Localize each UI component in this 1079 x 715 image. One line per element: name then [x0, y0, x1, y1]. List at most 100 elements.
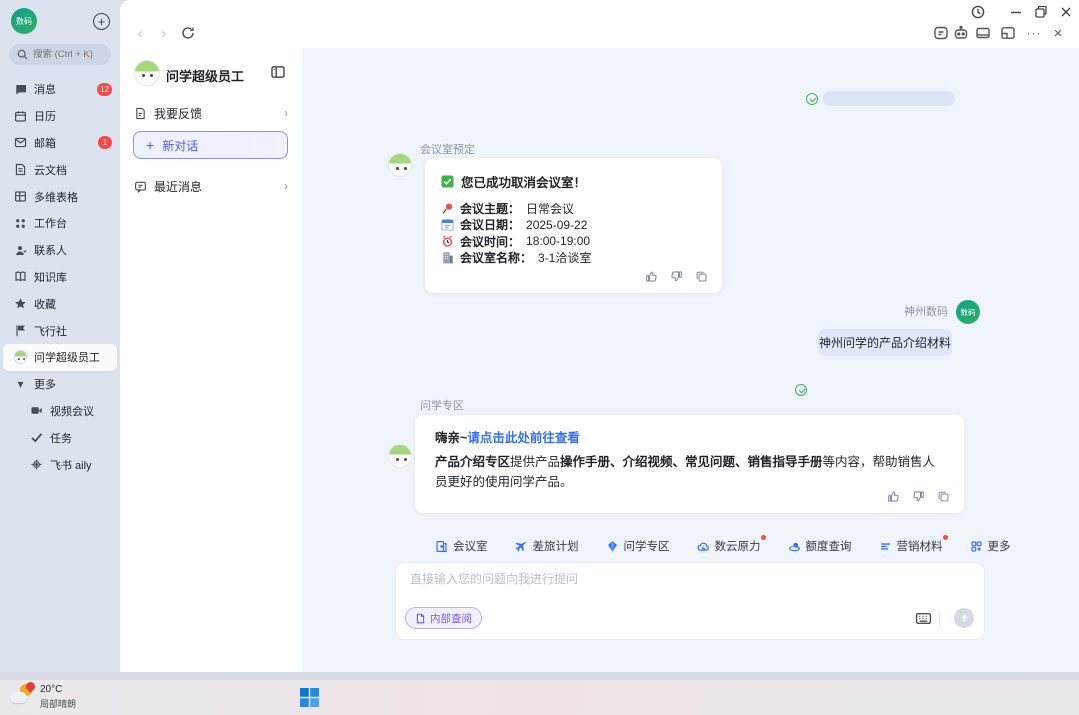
sidebar-item-contacts[interactable]: 联系人 [0, 237, 120, 264]
sidebar-item-knowledge[interactable]: 知识库 [0, 264, 120, 291]
sidebar-item-label: 日历 [34, 108, 56, 124]
sidebar-item-video-meeting[interactable]: 视频会议 [0, 398, 120, 425]
sidebar-item-label: 视频会议 [50, 403, 94, 419]
panel-toggle-icon[interactable] [270, 64, 286, 80]
screen: 数码 + 消息 12 日历 邮箱 1 [0, 0, 1079, 715]
back-icon[interactable]: ‹ [132, 25, 148, 41]
new-chat-button[interactable]: + 新对话 [133, 131, 288, 159]
history-icon[interactable] [970, 4, 986, 20]
bot-avatar[interactable] [388, 153, 412, 177]
sidebar-item-wenxue-bot[interactable]: 问学超级员工 [3, 344, 117, 371]
open-in-panel-icon[interactable] [1000, 25, 1016, 41]
sidebar-item-more[interactable]: ▾ 更多 [0, 371, 120, 398]
weather-desc: 局部晴朗 [40, 697, 76, 710]
quick-action-shuyun[interactable]: 数云原力 [697, 538, 761, 554]
apps-icon [970, 540, 983, 553]
app-window: ‹ › ··· × 问学超级员工 我要反馈 [120, 0, 1079, 672]
feedback-item[interactable]: 我要反馈 › [134, 103, 288, 123]
meeting-card-title: 您已成功取消会议室！ [461, 172, 586, 191]
more-icon[interactable]: ··· [1026, 25, 1042, 41]
chat-icon [14, 83, 27, 96]
sidebar-item-aily[interactable]: 飞书 aily [0, 451, 120, 478]
sidebar-item-base[interactable]: 多维表格 [0, 183, 120, 210]
sidebar-item-favorites[interactable]: 收藏 [0, 290, 120, 317]
forward-icon[interactable]: › [156, 25, 172, 41]
quick-action-more[interactable]: 更多 [970, 538, 1011, 554]
sidebar-item-docs[interactable]: 云文档 [0, 156, 120, 183]
restore-icon[interactable] [1033, 4, 1049, 20]
card-view-icon[interactable] [975, 25, 991, 41]
copy-icon[interactable] [695, 270, 708, 283]
start-button-icon[interactable] [300, 688, 319, 707]
list-icon [879, 540, 892, 553]
plus-icon: + [146, 137, 154, 153]
global-search[interactable] [9, 44, 111, 65]
close-window-icon[interactable] [1058, 4, 1074, 20]
calendar-icon [14, 110, 27, 123]
sidebar-item-tasks[interactable]: 任务 [0, 424, 120, 451]
sidebar-item-workbench[interactable]: 工作台 [0, 210, 120, 237]
copy-icon[interactable] [937, 490, 950, 503]
weather-icon[interactable] [10, 684, 36, 710]
zone-card: 嗨亲~请点击此处前往查看 产品介绍专区提供产品操作手册、介绍视频、常见问题、销售… [415, 415, 964, 513]
body-bold: 操作手册、介绍视频、常见问题、销售指导手册 [560, 455, 823, 469]
divider [939, 611, 940, 626]
alarm-icon [441, 235, 454, 248]
sidebar-item-label: 工作台 [34, 215, 67, 231]
person-icon [14, 244, 27, 257]
bot-avatar-icon [14, 351, 27, 364]
meeting-field: 会议时间：18:00-19:00 [441, 233, 706, 249]
thumbs-up-icon[interactable] [645, 270, 658, 283]
search-icon [16, 48, 29, 61]
weather-temp: 20°C [40, 684, 62, 695]
thumbs-down-icon[interactable] [670, 270, 683, 283]
thumbs-up-icon[interactable] [887, 490, 900, 503]
add-button[interactable]: + [93, 13, 110, 30]
unread-badge: 12 [97, 83, 112, 96]
internal-lookup-pill[interactable]: 内部查阅 [405, 607, 482, 629]
message-sender: 问学专区 [420, 397, 464, 413]
user-message-bubble: 神州问学的产品介绍材料 [818, 329, 952, 356]
sidebar-item-label: 联系人 [34, 242, 67, 258]
sidebar-item-messages[interactable]: 消息 12 [0, 76, 120, 103]
close-chat-icon[interactable]: × [1050, 25, 1066, 41]
sidebar-item-mail[interactable]: 邮箱 1 [0, 130, 120, 157]
user-avatar[interactable]: 数码 [11, 8, 37, 34]
bot-avatar[interactable] [388, 444, 412, 468]
quick-action-meeting-room[interactable]: 会议室 [435, 538, 488, 554]
document-icon [14, 163, 27, 176]
mail-icon [14, 136, 27, 149]
notification-dot [943, 535, 948, 540]
user-avatar[interactable]: 数码 [956, 300, 980, 324]
sidebar-item-calendar[interactable]: 日历 [0, 103, 120, 130]
send-button[interactable] [954, 608, 974, 628]
meeting-card: 您已成功取消会议室！ 会议主题：日常会议 会议日期：2025-09-22 会议时… [425, 158, 722, 293]
message-skeleton [823, 91, 955, 106]
plane-icon [515, 540, 528, 553]
quick-action-wenxue-zone[interactable]: 问学专区 [606, 538, 670, 554]
recent-label: 最近消息 [154, 178, 202, 195]
quick-action-quota[interactable]: 额度查询 [788, 538, 852, 554]
robot-icon[interactable] [953, 25, 969, 41]
room-icon [435, 540, 448, 553]
chat-area: 会议室预定 您已成功取消会议室！ 会议主题：日常会议 会议日期：2025-09-… [302, 48, 1079, 672]
recent-messages-item[interactable]: 最近消息 › [134, 176, 288, 196]
keyboard-icon[interactable] [915, 610, 932, 627]
chat-settings-icon[interactable] [933, 25, 949, 41]
zone-link[interactable]: 请点击此处前往查看 [467, 431, 580, 445]
quick-action-marketing[interactable]: 营销材料 [879, 538, 943, 554]
sidebar-item-flight-club[interactable]: 飞行社 [0, 317, 120, 344]
refresh-icon[interactable] [180, 25, 196, 41]
greeting-text: 嗨亲~ [435, 431, 467, 445]
minimize-icon[interactable] [1008, 4, 1024, 20]
sidebar-item-label: 任务 [50, 430, 72, 446]
feedback-label: 我要反馈 [154, 105, 202, 122]
thumbs-down-icon[interactable] [912, 490, 925, 503]
search-input[interactable] [33, 49, 113, 60]
message-sender: 会议室预定 [420, 141, 475, 157]
quick-action-travel-plan[interactable]: 差旅计划 [515, 538, 579, 554]
meeting-field: 会议室名称：3-1洽谈室 [441, 250, 706, 266]
message-input[interactable] [410, 572, 830, 586]
body-text: 提供产品 [510, 455, 560, 469]
feedback-icon [134, 107, 147, 120]
